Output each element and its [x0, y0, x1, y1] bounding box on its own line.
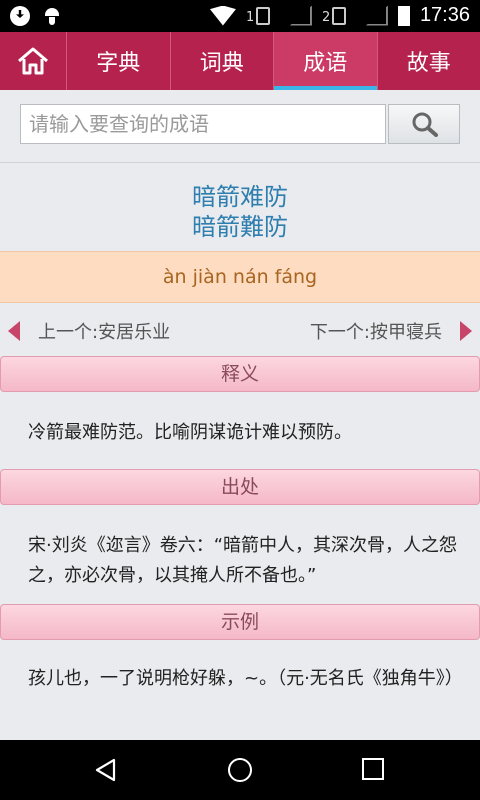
next-idiom-link[interactable]: 下一个:按甲寝兵 — [310, 318, 442, 344]
home-nav-icon[interactable] — [228, 758, 252, 782]
prev-idiom-link[interactable]: 上一个:安居乐业 — [38, 318, 170, 344]
prev-arrow-icon[interactable] — [8, 321, 20, 341]
prev-next-bar: 上一个:安居乐业 下一个:按甲寝兵 — [0, 306, 480, 354]
back-icon[interactable] — [94, 758, 118, 782]
idiom-traditional: 暗箭難防 — [192, 213, 288, 241]
system-nav-bar — [0, 740, 480, 800]
next-arrow-icon[interactable] — [460, 321, 472, 341]
sim-card-icon — [255, 6, 270, 25]
section-header-example: 示例 — [0, 604, 480, 640]
wifi-icon — [209, 5, 236, 26]
download-icon — [10, 6, 30, 26]
clock: 17:36 — [419, 4, 470, 26]
search-icon — [412, 112, 438, 137]
source-text: 宋·刘炎《迩言》卷六：“暗箭中人，其深次骨，人之怨之，亦必次骨，以其掩人所不备也… — [28, 535, 458, 586]
section-header-meaning: 释义 — [0, 356, 480, 392]
home-button[interactable] — [0, 32, 67, 90]
meaning-text: 冷箭最难防范。比喻阴谋诡计难以预防。 — [28, 422, 352, 443]
tab-chengyu[interactable]: 成语 — [274, 32, 378, 90]
search-input[interactable]: 请输入要查询的成语 — [20, 104, 386, 144]
tab-zidian[interactable]: 字典 — [67, 32, 171, 90]
sim1-signal: 1 — [246, 5, 280, 27]
idiom-title-area: 暗箭难防 暗箭難防 — [0, 163, 480, 251]
tab-cidian[interactable]: 词典 — [171, 32, 274, 90]
section-header-source: 出处 — [0, 469, 480, 505]
top-nav: 字典 词典 成语 故事 — [0, 32, 480, 90]
status-bar: 1 2 17:36 — [0, 0, 480, 32]
sim2-signal: 2 — [322, 5, 356, 27]
signal-icon — [289, 5, 312, 26]
tab-gushi[interactable]: 故事 — [378, 32, 480, 90]
pinyin: àn jiàn nán fáng — [0, 251, 480, 303]
sim-card-icon — [331, 6, 346, 25]
home-icon — [18, 47, 48, 75]
search-button[interactable] — [388, 104, 460, 144]
android-debug-icon — [44, 6, 60, 26]
signal-icon — [365, 5, 388, 26]
battery-icon — [397, 5, 410, 26]
example-text: 孩儿也，一了说明枪好躲，~。（元·无名氏《独角牛》） — [28, 668, 463, 689]
recent-apps-icon[interactable] — [362, 758, 384, 780]
